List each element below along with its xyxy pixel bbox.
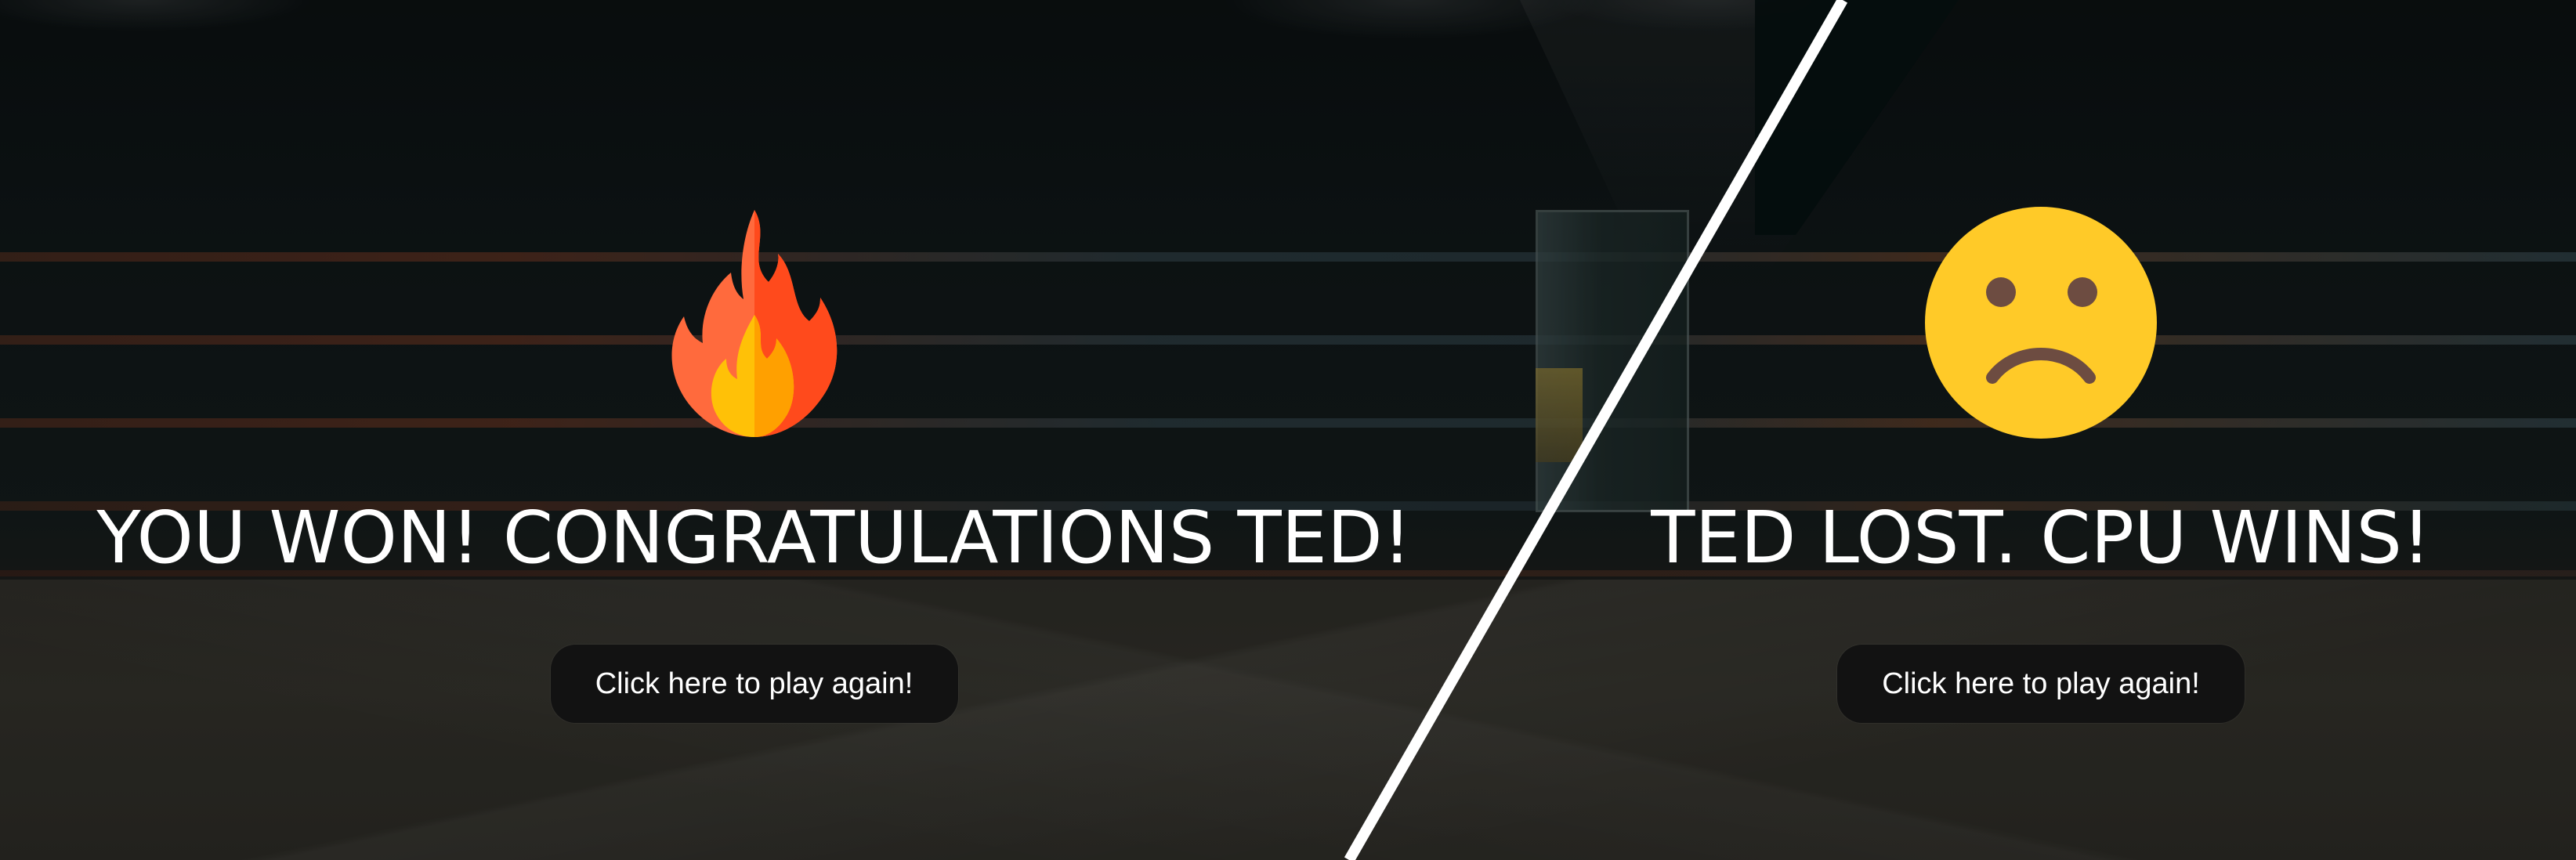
win-panel: YOU WON! CONGRATULATIONS TED! Click here… <box>31 0 1477 860</box>
lose-title: TED LOST. CPU WINS! <box>1651 496 2431 580</box>
fire-icon <box>637 205 872 440</box>
lose-panel: TED LOST. CPU WINS! Click here to play a… <box>1598 0 2484 860</box>
play-again-button[interactable]: Click here to play again! <box>550 645 958 723</box>
sad-face-icon <box>1923 205 2158 440</box>
game-over-screen: YOU WON! CONGRATULATIONS TED! Click here… <box>0 0 2576 860</box>
win-title: YOU WON! CONGRATULATIONS TED! <box>96 496 1412 580</box>
play-again-button[interactable]: Click here to play again! <box>1837 645 2245 723</box>
